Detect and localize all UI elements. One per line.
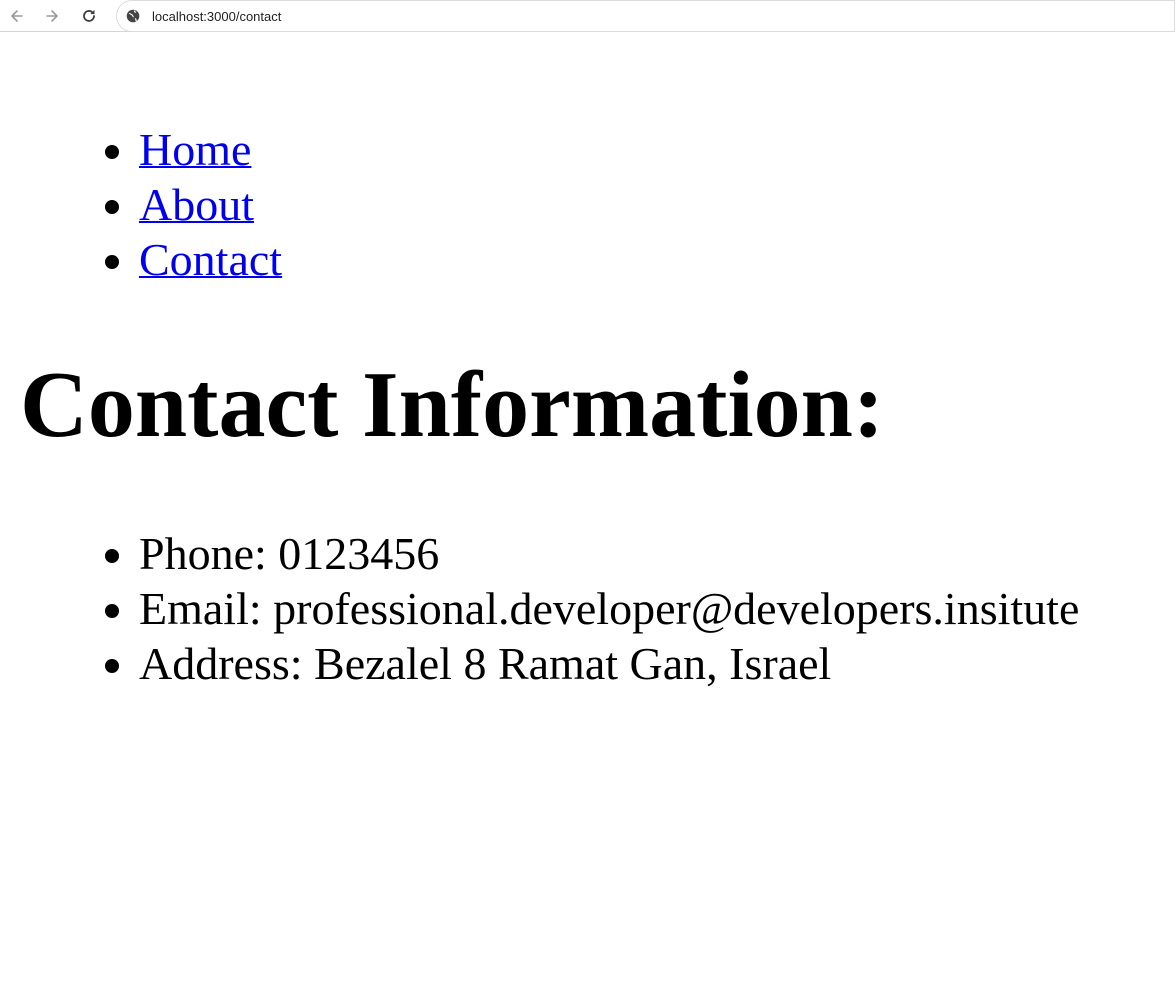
address-bar[interactable]: localhost:3000/contact xyxy=(116,0,1175,32)
forward-button[interactable] xyxy=(40,4,64,28)
contact-email: Email: professional.developer@developers… xyxy=(139,581,1079,636)
nav-item-about: About xyxy=(139,177,282,232)
main-nav: Home About Contact xyxy=(0,122,282,287)
globe-icon[interactable] xyxy=(126,9,140,23)
url-text[interactable]: localhost:3000/contact xyxy=(152,9,281,24)
arrow-right-icon xyxy=(46,10,58,22)
page-title: Contact Information: xyxy=(20,353,885,457)
nav-item-contact: Contact xyxy=(139,232,282,287)
reload-button[interactable] xyxy=(77,4,101,28)
reload-icon xyxy=(83,10,95,22)
arrow-left-icon xyxy=(11,10,23,22)
nav-link-about[interactable]: About xyxy=(139,179,254,230)
nav-item-home: Home xyxy=(139,122,282,177)
contact-phone: Phone: 0123456 xyxy=(139,526,1079,581)
nav-link-contact[interactable]: Contact xyxy=(139,234,282,285)
browser-toolbar: localhost:3000/contact xyxy=(0,0,1175,32)
back-button[interactable] xyxy=(5,4,29,28)
nav-link-home[interactable]: Home xyxy=(139,124,251,175)
contact-list: Phone: 0123456 Email: professional.devel… xyxy=(0,526,1079,691)
contact-address: Address: Bezalel 8 Ramat Gan, Israel xyxy=(139,636,1079,691)
